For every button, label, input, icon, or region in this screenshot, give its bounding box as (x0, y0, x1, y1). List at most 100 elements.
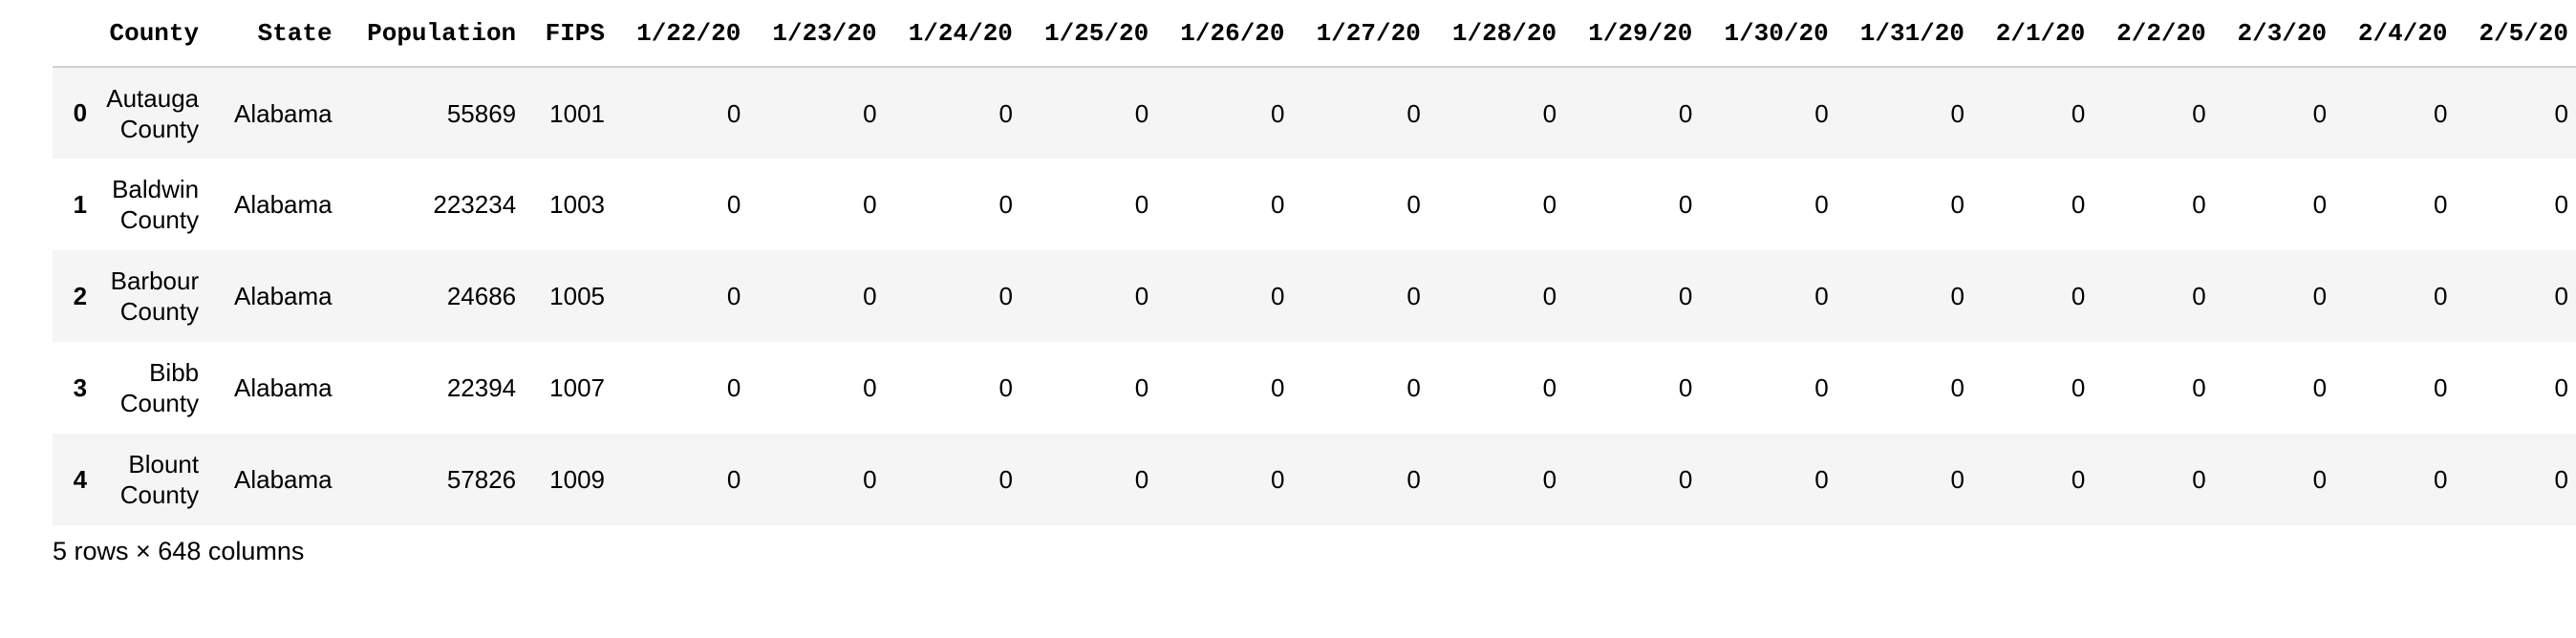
case-count-cell: 0 (2192, 373, 2206, 402)
dataframe-viewport[interactable]: County State Population FIPS 1/22/20 1/2… (53, 0, 2576, 554)
case-count-cell: 0 (1406, 190, 1421, 219)
case-count-cell: 0 (726, 190, 741, 219)
column-header-date: 1/29/20 (1564, 0, 1701, 68)
case-count-cell: 0 (1542, 190, 1557, 219)
case-count-cell: 0 (2434, 98, 2448, 128)
case-count-cell: 0 (863, 282, 877, 310)
case-count-cell: 0 (2192, 282, 2206, 310)
case-count-cell: 0 (1542, 282, 1557, 310)
state-cell: Alabama (233, 282, 333, 310)
table-row: 3 Bibb County Alabama 22394 1007 0 0 0 0 0 0 0 0 0 0 0 0… (53, 342, 2576, 434)
fips-cell: 1007 (549, 373, 606, 402)
case-count-cell: 0 (1950, 373, 1964, 402)
case-count-cell: 0 (1271, 282, 1285, 310)
case-count-cell: 0 (1678, 465, 1693, 494)
county-cell: Baldwin County (112, 175, 200, 234)
case-count-cell: 0 (998, 98, 1013, 128)
column-header-county: County (95, 0, 207, 68)
case-count-cell: 0 (863, 98, 877, 128)
column-header-date: 1/30/20 (1700, 0, 1836, 68)
column-header-date: 2/5/20 (2455, 0, 2576, 68)
case-count-cell: 0 (1134, 373, 1149, 402)
table-row: 2 Barbour County Alabama 24686 1005 0 0 0 0 0 0 0 0 0… (53, 250, 2576, 342)
case-count-cell: 0 (1134, 465, 1149, 494)
case-count-cell: 0 (1678, 282, 1693, 310)
fips-cell: 1003 (549, 190, 606, 219)
case-count-cell: 0 (1814, 465, 1829, 494)
case-count-cell: 0 (2192, 465, 2206, 494)
state-cell: Alabama (233, 98, 333, 128)
dataframe-shape-caption: 5 rows × 648 columns (53, 537, 305, 565)
case-count-cell: 0 (1271, 190, 1285, 219)
column-header-date: 1/22/20 (612, 0, 749, 68)
case-count-cell: 0 (863, 190, 877, 219)
case-count-cell: 0 (1271, 465, 1285, 494)
case-count-cell: 0 (726, 465, 741, 494)
case-count-cell: 0 (2312, 373, 2328, 402)
table-row: 0 Autauga County Alabama 55869 1001 0 0 0 0 0 0 0 0 0… (53, 67, 2576, 159)
case-count-cell: 0 (998, 373, 1013, 402)
fips-cell: 1001 (549, 98, 606, 128)
case-count-cell: 0 (2192, 98, 2206, 128)
column-header-date: 1/31/20 (1835, 0, 1972, 68)
fips-cell: 1009 (549, 465, 606, 494)
case-count-cell: 0 (1406, 465, 1421, 494)
table-row: 4 Blount County Alabama 57826 1009 0 0 0 0 0 0 0 0 0 0… (53, 434, 2576, 525)
case-count-cell: 0 (1542, 98, 1557, 128)
county-cell: Bibb County (119, 358, 200, 417)
case-count-cell: 0 (2554, 373, 2568, 402)
column-header-state: State (206, 0, 340, 68)
case-count-cell: 0 (863, 465, 877, 494)
state-cell: Alabama (233, 373, 333, 402)
case-count-cell: 0 (1271, 373, 1285, 402)
case-count-cell: 0 (1134, 190, 1149, 219)
column-header-date: 1/24/20 (884, 0, 1020, 68)
case-count-cell: 0 (1134, 98, 1149, 128)
county-cell: Autauga County (106, 83, 200, 143)
case-count-cell: 0 (1271, 98, 1285, 128)
case-count-cell: 0 (2071, 282, 2086, 310)
header-row: County State Population FIPS 1/22/20 1/2… (53, 0, 2576, 68)
population-cell: 55869 (446, 98, 517, 128)
case-count-cell: 0 (2434, 373, 2448, 402)
case-count-cell: 0 (2312, 282, 2328, 310)
case-count-cell: 0 (1678, 190, 1693, 219)
case-count-cell: 0 (1542, 465, 1557, 494)
column-header-date: 2/2/20 (2093, 0, 2214, 68)
state-cell: Alabama (233, 465, 333, 494)
case-count-cell: 0 (2312, 98, 2328, 128)
case-count-cell: 0 (2554, 465, 2568, 494)
index-header (53, 0, 96, 68)
case-count-cell: 0 (1542, 373, 1557, 402)
column-header-date: 1/25/20 (1020, 0, 1157, 68)
column-header-date: 2/4/20 (2334, 0, 2456, 68)
case-count-cell: 0 (998, 465, 1013, 494)
case-count-cell: 0 (998, 282, 1013, 310)
column-header-population: Population (339, 0, 525, 68)
table-row: 1 Baldwin County Alabama 223234 1003 0 0 0 0 0 0 0 0… (53, 159, 2576, 250)
column-header-date: 2/3/20 (2213, 0, 2335, 68)
case-count-cell: 0 (2071, 373, 2086, 402)
case-count-cell: 0 (2071, 98, 2086, 128)
row-index: 0 (73, 98, 88, 127)
case-count-cell: 0 (2192, 190, 2206, 219)
column-header-fips: FIPS (524, 0, 613, 68)
state-cell: Alabama (233, 190, 333, 219)
case-count-cell: 0 (1950, 465, 1964, 494)
case-count-cell: 0 (2554, 282, 2568, 310)
column-header-date: 1/26/20 (1156, 0, 1293, 68)
case-count-cell: 0 (1950, 190, 1964, 219)
case-count-cell: 0 (2554, 190, 2568, 219)
column-header-date: 1/28/20 (1428, 0, 1565, 68)
case-count-cell: 0 (1406, 373, 1421, 402)
column-header-date: 1/23/20 (748, 0, 885, 68)
county-cell: Barbour County (110, 266, 200, 326)
row-index: 3 (73, 372, 88, 402)
case-count-cell: 0 (863, 373, 877, 402)
row-index: 1 (73, 189, 88, 219)
case-count-cell: 0 (726, 98, 741, 128)
case-count-cell: 0 (2071, 190, 2086, 219)
case-count-cell: 0 (998, 190, 1013, 219)
case-count-cell: 0 (1134, 282, 1149, 310)
column-header-date: 1/27/20 (1292, 0, 1428, 68)
